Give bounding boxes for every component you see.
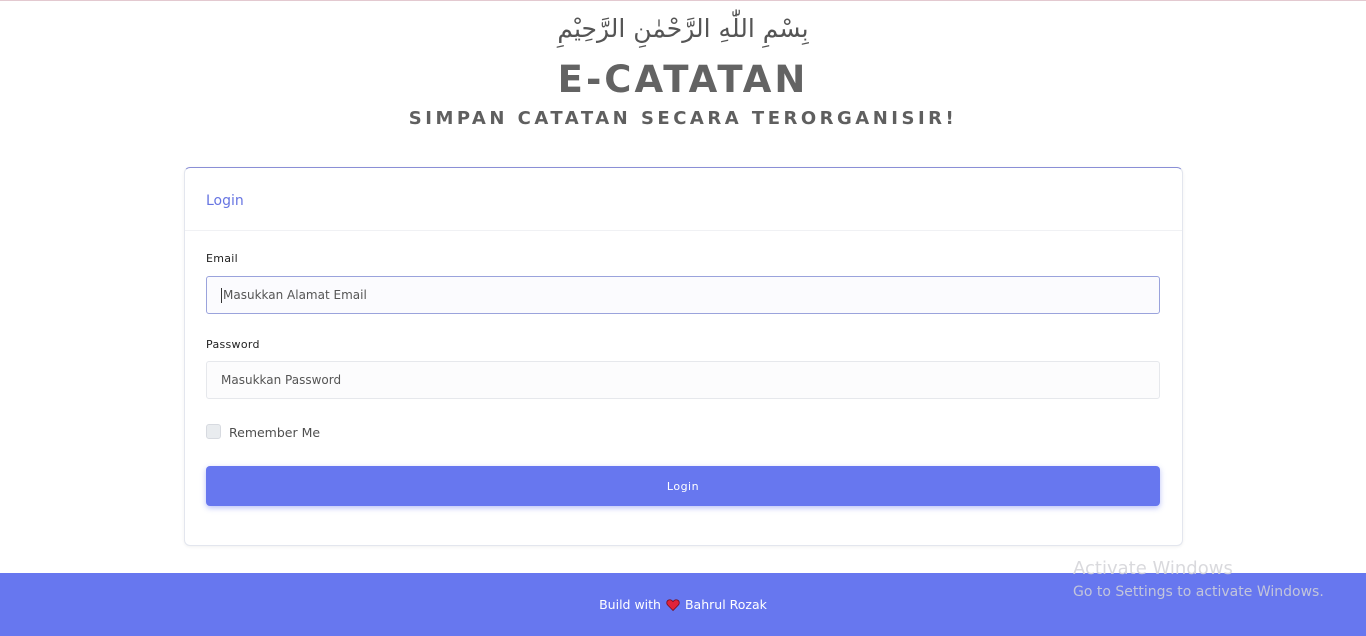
heart-icon [666,598,680,612]
email-placeholder: Masukkan Alamat Email [223,288,367,302]
top-border [0,0,1366,1]
text-caret [221,287,222,303]
app-title: E-CATATAN [557,58,809,101]
email-input[interactable]: Masukkan Alamat Email [206,276,1160,314]
login-button[interactable]: Login [206,466,1160,506]
watermark-title: Activate Windows [1073,558,1233,579]
login-card-title: Login [206,193,244,209]
remember-me-checkbox[interactable] [206,424,221,439]
login-card-header: Login [185,168,1182,231]
email-label: Email [206,252,239,265]
login-card: Login Email Masukkan Alamat Email Passwo… [184,167,1183,546]
app-subtitle: SIMPAN CATATAN SECARA TERORGANISIR! [408,108,958,129]
activate-windows-watermark: Activate Windows Go to Settings to activ… [1073,558,1324,600]
footer-author: Bahrul Rozak [684,597,767,612]
remember-me-label[interactable]: Remember Me [229,425,320,440]
watermark-subtitle: Go to Settings to activate Windows. [1073,584,1324,600]
bismillah-text: بِسْمِ اللّٰهِ الرَّحْمٰنِ الرَّحِيْمِ [557,14,809,43]
password-placeholder: Masukkan Password [221,373,342,387]
password-label: Password [206,338,260,351]
password-input[interactable]: Masukkan Password [206,361,1160,399]
footer-prefix: Build with [599,597,661,612]
